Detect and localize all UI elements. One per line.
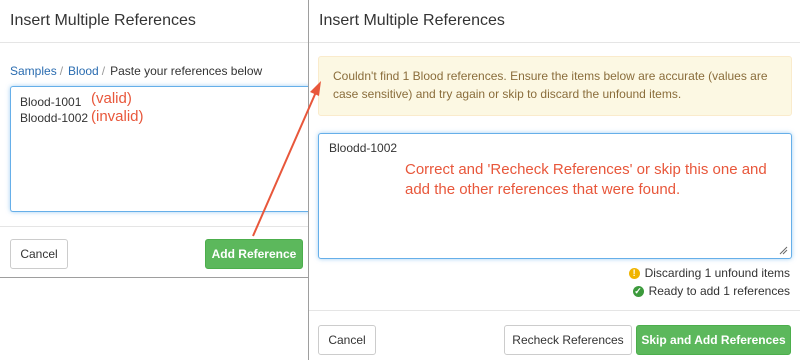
alert-line: case sensitive) and try again or skip to… (333, 87, 682, 101)
textarea-line: Bloodd-1002 (329, 141, 398, 155)
unfound-references-alert: Couldn't find 1 Blood references. Ensure… (318, 56, 792, 116)
add-reference-button[interactable]: Add Reference (205, 239, 303, 269)
modal-title: Insert Multiple References (319, 12, 505, 29)
check-circle-icon: ✓ (632, 285, 644, 297)
ready-status-text: Ready to add 1 references (648, 284, 790, 298)
insert-references-dialog-right: Insert Multiple References Couldn't find… (308, 0, 800, 360)
modal-header: Insert Multiple References (0, 0, 311, 43)
breadcrumb-blood-link[interactable]: Blood (68, 64, 99, 78)
warning-circle-icon: ! (628, 267, 640, 279)
instruction-annotation: Correct and 'Recheck References' or skip… (405, 161, 767, 178)
instruction-annotation: add the other references that were found… (405, 181, 681, 198)
modal-title: Insert Multiple References (10, 12, 196, 29)
ready-status: ✓ Ready to add 1 references (632, 284, 790, 298)
breadcrumb: Samples / Blood / Paste your references belo… (10, 64, 262, 78)
alert-line: Couldn't find 1 Blood references. Ensure… (333, 69, 768, 83)
discard-status: ! Discarding 1 unfound items (628, 266, 790, 280)
invalid-annotation: (invalid) (91, 108, 144, 125)
breadcrumb-separator: / (101, 64, 106, 78)
cancel-button[interactable]: Cancel (318, 325, 376, 355)
recheck-references-button[interactable]: Recheck References (504, 325, 632, 355)
modal-header: Insert Multiple References (309, 0, 800, 43)
breadcrumb-current: Paste your references below (110, 64, 263, 78)
references-textarea[interactable]: Blood-1001 Bloodd-1002 (valid) (invalid) (10, 86, 316, 212)
footer-divider (0, 226, 312, 227)
unfound-references-textarea[interactable]: Bloodd-1002 Correct and 'Recheck Referen… (318, 133, 792, 259)
insert-references-dialog-left: Insert Multiple References Samples / Blood… (0, 0, 316, 278)
resize-grip-icon[interactable] (779, 246, 788, 255)
breadcrumb-separator: / (59, 64, 64, 78)
discard-status-text: Discarding 1 unfound items (644, 266, 790, 280)
textarea-line: Blood-1001 (20, 95, 82, 109)
skip-and-add-references-button[interactable]: Skip and Add References (636, 325, 791, 355)
textarea-line: Bloodd-1002 (20, 111, 89, 125)
valid-annotation: (valid) (91, 90, 132, 107)
footer-divider (309, 310, 800, 311)
cancel-button[interactable]: Cancel (10, 239, 68, 269)
breadcrumb-samples-link[interactable]: Samples (10, 64, 57, 78)
